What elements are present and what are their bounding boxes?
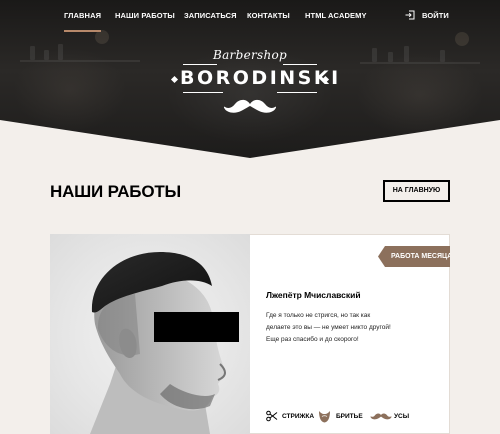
background-lamp	[95, 30, 109, 44]
background-bottle	[58, 44, 63, 60]
home-button[interactable]: НА ГЛАВНУЮ	[383, 180, 450, 202]
background-bottle	[404, 46, 409, 62]
client-review: Где я только не стригся, но так как дела…	[266, 312, 391, 343]
scissors-icon	[266, 410, 278, 422]
service-shaving-label: БРИТЬЕ	[336, 413, 363, 420]
censor-bar	[154, 312, 239, 342]
work-of-month-badge: РАБОТА МЕСЯЦА	[378, 246, 450, 267]
background-shelf	[360, 62, 480, 64]
nav-item-booking[interactable]: ЗАПИСАТЬСЯ	[184, 11, 237, 20]
client-name: Лжепётр Мчиславский	[266, 290, 361, 300]
service-haircut: СТРИЖКА	[266, 410, 326, 424]
background-bottle	[388, 52, 393, 62]
logo-divider	[283, 64, 317, 65]
main-nav: ГЛАВНАЯ НАШИ РАБОТЫ ЗАПИСАТЬСЯ КОНТАКТЫ …	[0, 0, 500, 32]
background-lamp	[455, 32, 469, 46]
mustache-icon	[223, 99, 277, 113]
service-haircut-label: СТРИЖКА	[282, 413, 315, 420]
nav-item-contacts[interactable]: КОНТАКТЫ	[247, 11, 290, 20]
background-bottle	[30, 46, 35, 60]
beard-icon	[319, 411, 330, 423]
background-shelf	[20, 60, 140, 62]
nav-item-our-works[interactable]: НАШИ РАБОТЫ	[115, 11, 175, 20]
login-link[interactable]: ВОЙТИ	[422, 11, 449, 20]
page-title: НАШИ РАБОТЫ	[50, 182, 181, 201]
login-icon[interactable]	[405, 10, 415, 20]
nav-item-html-academy[interactable]: HTML ACADEMY	[305, 11, 367, 20]
logo-script-text: Barbershop	[212, 48, 288, 62]
logo-title: BORODINSKI	[180, 67, 341, 89]
logo-divider	[277, 92, 317, 93]
nav-item-home[interactable]: ГЛАВНАЯ	[64, 11, 102, 32]
service-shaving: БРИТЬЕ	[318, 410, 378, 424]
background-bottle	[372, 48, 377, 62]
background-bottle	[44, 50, 49, 60]
service-mustache-label: УСЫ	[394, 413, 410, 420]
background-bottle	[440, 50, 445, 62]
logo-divider	[183, 92, 223, 93]
mustache-icon	[370, 413, 392, 420]
logo-divider	[183, 64, 217, 65]
service-mustache: УСЫ	[370, 410, 420, 424]
